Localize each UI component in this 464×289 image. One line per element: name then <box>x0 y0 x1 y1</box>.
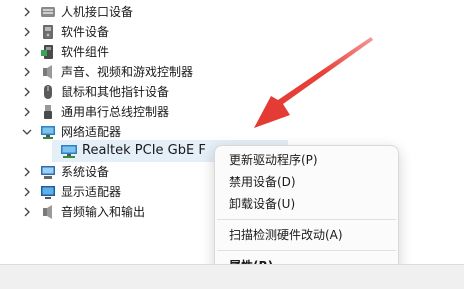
arrow-shape <box>254 37 373 128</box>
system-device-icon <box>40 164 56 180</box>
tree-item-label: 通用串行总线控制器 <box>61 105 170 119</box>
menu-item-scan-hardware-changes[interactable]: 扫描检测硬件改动(A) <box>229 225 343 245</box>
tree-item-label: 软件组件 <box>61 45 110 59</box>
menu-separator <box>217 219 396 220</box>
tree-item-label: 音频输入和输出 <box>61 205 146 219</box>
menu-separator <box>217 250 396 251</box>
tree-item-label: 网络适配器 <box>61 125 122 139</box>
menu-item-disable-device[interactable]: 禁用设备(D) <box>229 172 296 192</box>
tree-item-label: 系统设备 <box>61 165 110 179</box>
speaker-icon <box>40 64 56 80</box>
chevron-right-icon[interactable] <box>21 66 33 78</box>
device-label: Realtek PCIe GbE F <box>82 143 206 158</box>
context-menu: 更新驱动程序(P) 禁用设备(D) 卸载设备(U) 扫描检测硬件改动(A) 属性… <box>214 145 399 281</box>
tree-item-label: 声音、视频和游戏控制器 <box>61 65 194 79</box>
status-bar <box>0 264 464 289</box>
tree-item-label: 鼠标和其他指针设备 <box>61 85 170 99</box>
software-component-icon <box>40 44 56 60</box>
chevron-right-icon[interactable] <box>21 86 33 98</box>
audio-io-icon <box>40 204 56 220</box>
chevron-right-icon[interactable] <box>21 106 33 118</box>
chevron-right-icon[interactable] <box>21 186 33 198</box>
menu-item-uninstall-device[interactable]: 卸载设备(U) <box>229 194 295 214</box>
usb-icon <box>40 104 56 120</box>
mouse-icon <box>40 84 56 100</box>
hid-device-icon <box>40 4 56 20</box>
chevron-down-icon[interactable] <box>21 126 33 138</box>
network-adapter-icon <box>40 124 56 140</box>
tree-item-label: 软件设备 <box>61 25 110 39</box>
chevron-right-icon[interactable] <box>21 6 33 18</box>
chevron-right-icon[interactable] <box>21 206 33 218</box>
network-card-icon <box>60 143 78 159</box>
chevron-right-icon[interactable] <box>21 46 33 58</box>
menu-item-update-driver[interactable]: 更新驱动程序(P) <box>229 150 318 170</box>
display-adapter-icon <box>40 184 56 200</box>
tree-item-label: 显示适配器 <box>61 185 122 199</box>
tree-item-label: 人机接口设备 <box>61 5 134 19</box>
chevron-right-icon[interactable] <box>21 26 33 38</box>
software-device-icon <box>40 24 56 40</box>
chevron-right-icon[interactable] <box>21 166 33 178</box>
